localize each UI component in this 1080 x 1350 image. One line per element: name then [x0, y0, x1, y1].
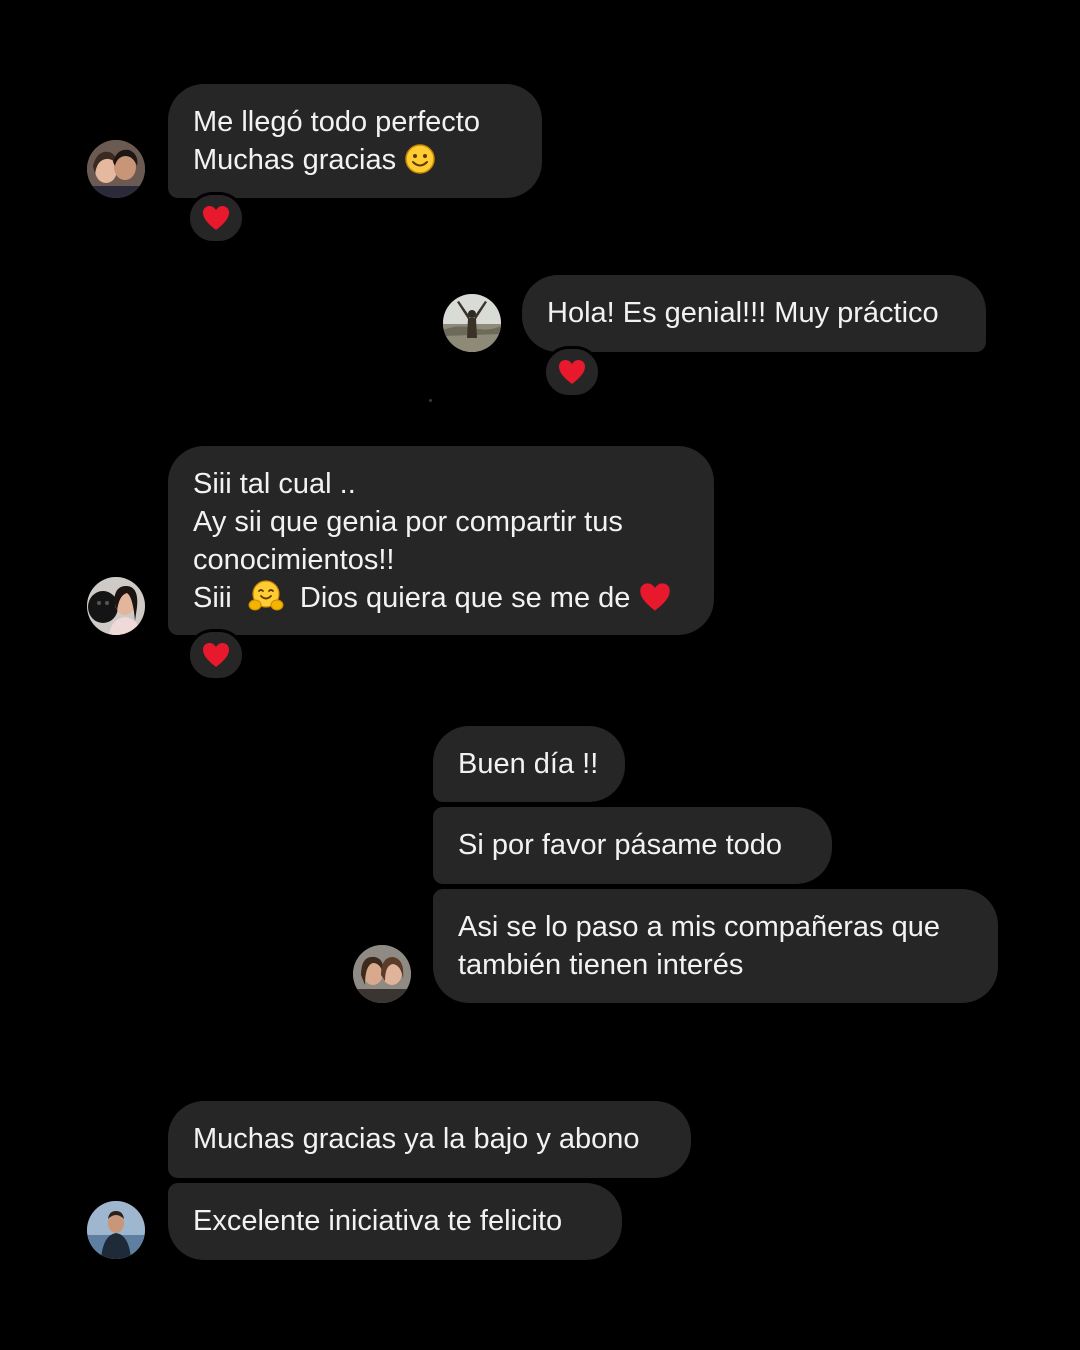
avatar-man-outdoors[interactable] — [87, 1201, 145, 1259]
message-line: Excelente iniciativa te felicito — [193, 1205, 563, 1237]
message-line: conocimientos!! — [193, 544, 395, 576]
heart-reaction[interactable] — [187, 629, 245, 681]
message-bubble-3[interactable]: Siii tal cual .. Ay sii que genia por co… — [168, 446, 714, 635]
heart-reaction[interactable] — [187, 192, 245, 244]
smiley-emoji — [404, 143, 436, 185]
message-line: Asi se lo paso a mis compañeras que — [458, 911, 940, 943]
message-line: Buen día !! — [458, 748, 599, 780]
message-line: Siii tal cual .. — [193, 468, 356, 500]
message-bubble-4[interactable]: Buen día !! — [433, 726, 625, 802]
avatar-person-arms-raised[interactable] — [443, 294, 501, 352]
message-bubble-7[interactable]: Muchas gracias ya la bajo y abono — [168, 1101, 691, 1178]
divider-dot — [429, 399, 432, 402]
message-line: también tienen interés — [458, 949, 744, 981]
heart-reaction[interactable] — [543, 346, 601, 398]
message-line: Muchas gracias ya la bajo y abono — [193, 1123, 640, 1155]
message-line: Muchas gracias — [193, 141, 517, 185]
heart-emoji — [638, 581, 672, 623]
message-line: Siii Dios quiera que se me de — [193, 579, 689, 623]
message-line: Me llegó todo perfecto — [193, 106, 480, 138]
message-bubble-6[interactable]: Asi se lo paso a mis compañeras que tamb… — [433, 889, 998, 1003]
hugging-emoji — [248, 579, 284, 623]
heart-icon — [203, 206, 229, 230]
message-bubble-2[interactable]: Hola! Es genial!!! Muy práctico — [522, 275, 986, 352]
message-bubble-1[interactable]: Me llegó todo perfecto Muchas gracias — [168, 84, 542, 198]
message-bubble-8[interactable]: Excelente iniciativa te felicito — [168, 1183, 622, 1260]
heart-icon — [559, 360, 585, 384]
avatar-couple[interactable] — [87, 140, 145, 198]
message-line: Ay sii que genia por compartir tus — [193, 506, 623, 538]
avatar-woman-with-dog[interactable] — [87, 577, 145, 635]
avatar-two-women[interactable] — [353, 945, 411, 1003]
message-line: Hola! Es genial!!! Muy práctico — [547, 297, 939, 329]
message-bubble-5[interactable]: Si por favor pásame todo — [433, 807, 832, 884]
heart-icon — [203, 643, 229, 667]
message-line: Si por favor pásame todo — [458, 829, 783, 861]
